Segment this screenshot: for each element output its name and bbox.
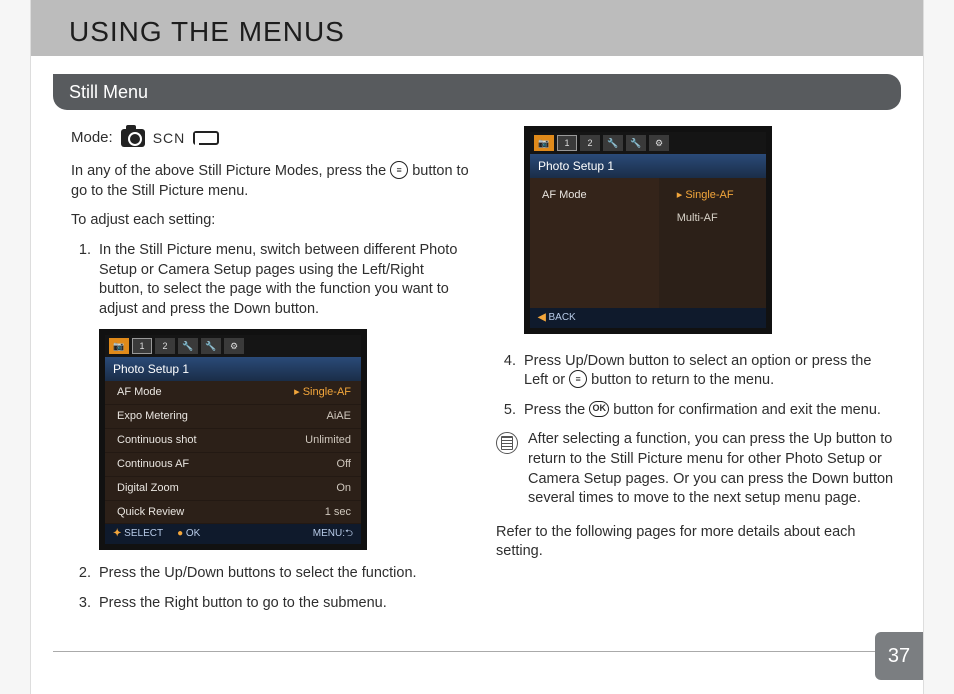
menu-row-continuous-af: Continuous AFOff	[105, 453, 361, 477]
title-bar: USING THE MENUS	[31, 0, 923, 56]
tab-camera-icon: 📷	[534, 135, 554, 151]
menu-row-expo: Expo MeteringAiAE	[105, 405, 361, 429]
footer-select: ✦ SELECT	[113, 527, 163, 541]
steps-list-right: Press Up/Down button to select an option…	[496, 352, 895, 421]
bottom-divider	[53, 651, 901, 652]
tab-gear: ⚙	[224, 338, 244, 354]
step-4: Press Up/Down button to select an option…	[520, 352, 895, 391]
camera-icon	[121, 129, 145, 147]
step-2: Press the Up/Down buttons to select the …	[95, 564, 470, 584]
option-multi-af: Multi-AF	[659, 207, 766, 230]
tab-tool-1: 🔧	[603, 135, 623, 151]
scn-label: SCN	[153, 129, 186, 148]
menu-icon: ≡	[390, 161, 408, 179]
menu-row-quick-review: Quick Review1 sec	[105, 501, 361, 525]
panorama-icon	[193, 131, 219, 145]
note-text: After selecting a function, you can pres…	[528, 430, 895, 508]
menu-icon: ≡	[569, 370, 587, 388]
tab-2: 2	[580, 135, 600, 151]
menu-heading-2: Photo Setup 1	[530, 154, 766, 178]
refer-text: Refer to the following pages for more de…	[496, 523, 895, 562]
note-icon	[496, 432, 518, 454]
option-single-af: Single-AF	[659, 184, 766, 207]
menu-heading: Photo Setup 1	[105, 357, 361, 381]
tab-1: 1	[557, 135, 577, 151]
ok-icon: OK	[589, 401, 609, 417]
footer-ok: ● OK	[177, 527, 200, 541]
text: Press the	[524, 402, 589, 418]
content-columns: Mode: SCN In any of the above Still Pict…	[31, 110, 923, 623]
footer-menu: MENU:⮌	[313, 527, 353, 541]
page-number: 37	[875, 632, 923, 680]
menu-row-af-mode: AF ModeSingle-AF	[105, 381, 361, 405]
step-5: Press the OK button for confirmation and…	[520, 401, 895, 421]
left-column: Mode: SCN In any of the above Still Pict…	[71, 126, 470, 623]
intro-paragraph-2: To adjust each setting:	[71, 211, 470, 231]
mode-label: Mode:	[71, 128, 113, 148]
menu-footer: ✦ SELECT ● OK MENU:⮌	[105, 524, 361, 544]
step-1: In the Still Picture menu, switch betwee…	[95, 241, 470, 319]
page-title: USING THE MENUS	[69, 16, 345, 48]
tab-1: 1	[132, 338, 152, 354]
section-title: Still Menu	[69, 82, 148, 103]
note-block: After selecting a function, you can pres…	[496, 430, 895, 508]
right-column: 📷 1 2 🔧 🔧 ⚙ Photo Setup 1 AF Mode Si	[496, 126, 895, 623]
back-bar: ◀ BACK	[530, 308, 766, 328]
camera-menu-screenshot-1: 📷 1 2 🔧 🔧 ⚙ Photo Setup 1 AF ModeSingle-…	[99, 329, 367, 550]
submenu-options: Single-AF Multi-AF	[659, 178, 766, 308]
intro-paragraph-1: In any of the above Still Picture Modes,…	[71, 162, 470, 201]
submenu-body: AF Mode Single-AF Multi-AF	[530, 178, 766, 308]
camera-menu-screenshot-2: 📷 1 2 🔧 🔧 ⚙ Photo Setup 1 AF Mode Si	[524, 126, 772, 334]
manual-page: USING THE MENUS Still Menu Mode: SCN In …	[30, 0, 924, 694]
submenu-row-af: AF Mode	[530, 184, 659, 207]
text: button for confirmation and exit the men…	[609, 402, 881, 418]
tab-tool-2: 🔧	[626, 135, 646, 151]
steps-list-left-2: Press the Up/Down buttons to select the …	[71, 564, 470, 613]
section-header: Still Menu	[53, 74, 901, 110]
text: button to return to the menu.	[587, 372, 774, 388]
tab-2: 2	[155, 338, 175, 354]
mode-line: Mode: SCN	[71, 128, 470, 148]
menu-tabs-2: 📷 1 2 🔧 🔧 ⚙	[530, 132, 766, 154]
tab-tool-2: 🔧	[201, 338, 221, 354]
steps-list-left: In the Still Picture menu, switch betwee…	[71, 241, 470, 319]
menu-row-digital-zoom: Digital ZoomOn	[105, 477, 361, 501]
menu-row-continuous-shot: Continuous shotUnlimited	[105, 429, 361, 453]
menu-tabs: 📷 1 2 🔧 🔧 ⚙	[105, 335, 361, 357]
step-3: Press the Right button to go to the subm…	[95, 594, 470, 614]
tab-gear: ⚙	[649, 135, 669, 151]
tab-camera-icon: 📷	[109, 338, 129, 354]
tab-tool-1: 🔧	[178, 338, 198, 354]
text: In any of the above Still Picture Modes,…	[71, 163, 390, 179]
